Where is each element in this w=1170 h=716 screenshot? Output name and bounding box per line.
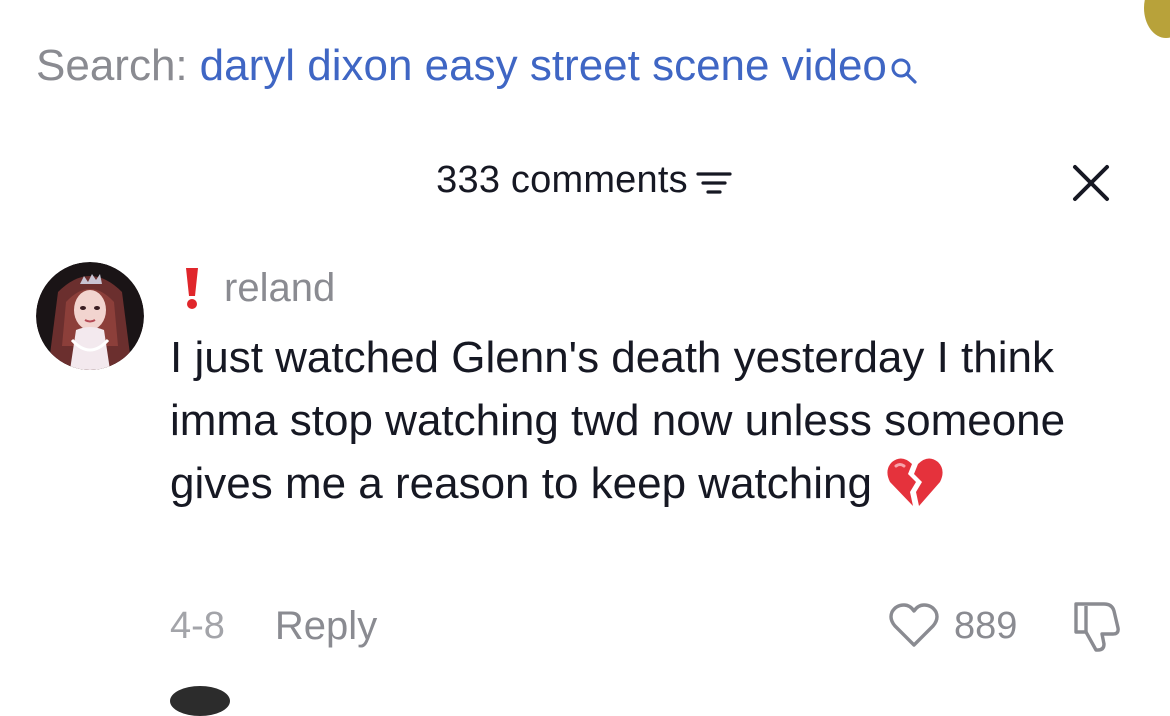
search-prefix: Search: [36, 41, 188, 90]
close-icon [1073, 165, 1109, 201]
reply-button[interactable]: Reply [275, 604, 377, 649]
username-row: reland [170, 262, 1130, 314]
search-bar[interactable]: Search: daryl dixon easy street scene vi… [36, 38, 919, 98]
broken-heart-icon [886, 456, 944, 508]
comments-header: 333 comments [0, 152, 1170, 208]
comment-date: 4-8 [170, 604, 225, 647]
corner-decoration [1144, 0, 1170, 38]
sort-icon[interactable] [694, 168, 734, 198]
next-comment-avatar [170, 686, 230, 716]
search-query-link[interactable]: daryl dixon easy street scene video [200, 38, 887, 94]
comment: reland I just watched Glenn's death yest… [170, 262, 1130, 515]
close-button[interactable] [1066, 158, 1116, 208]
comments-count: 333 comments [436, 158, 688, 201]
comment-meta: 4-8 Reply [170, 598, 377, 654]
heart-outline-icon[interactable] [888, 603, 940, 649]
red-exclamation-icon [182, 266, 202, 310]
like-group: 889 [888, 598, 1017, 654]
avatar[interactable] [36, 262, 144, 370]
comment-text: I just watched Glenn's death yesterday I… [170, 326, 1120, 515]
like-count: 889 [954, 604, 1018, 647]
username[interactable]: reland [224, 266, 335, 311]
thumbs-down-icon[interactable] [1068, 600, 1128, 652]
search-icon[interactable] [889, 44, 919, 84]
